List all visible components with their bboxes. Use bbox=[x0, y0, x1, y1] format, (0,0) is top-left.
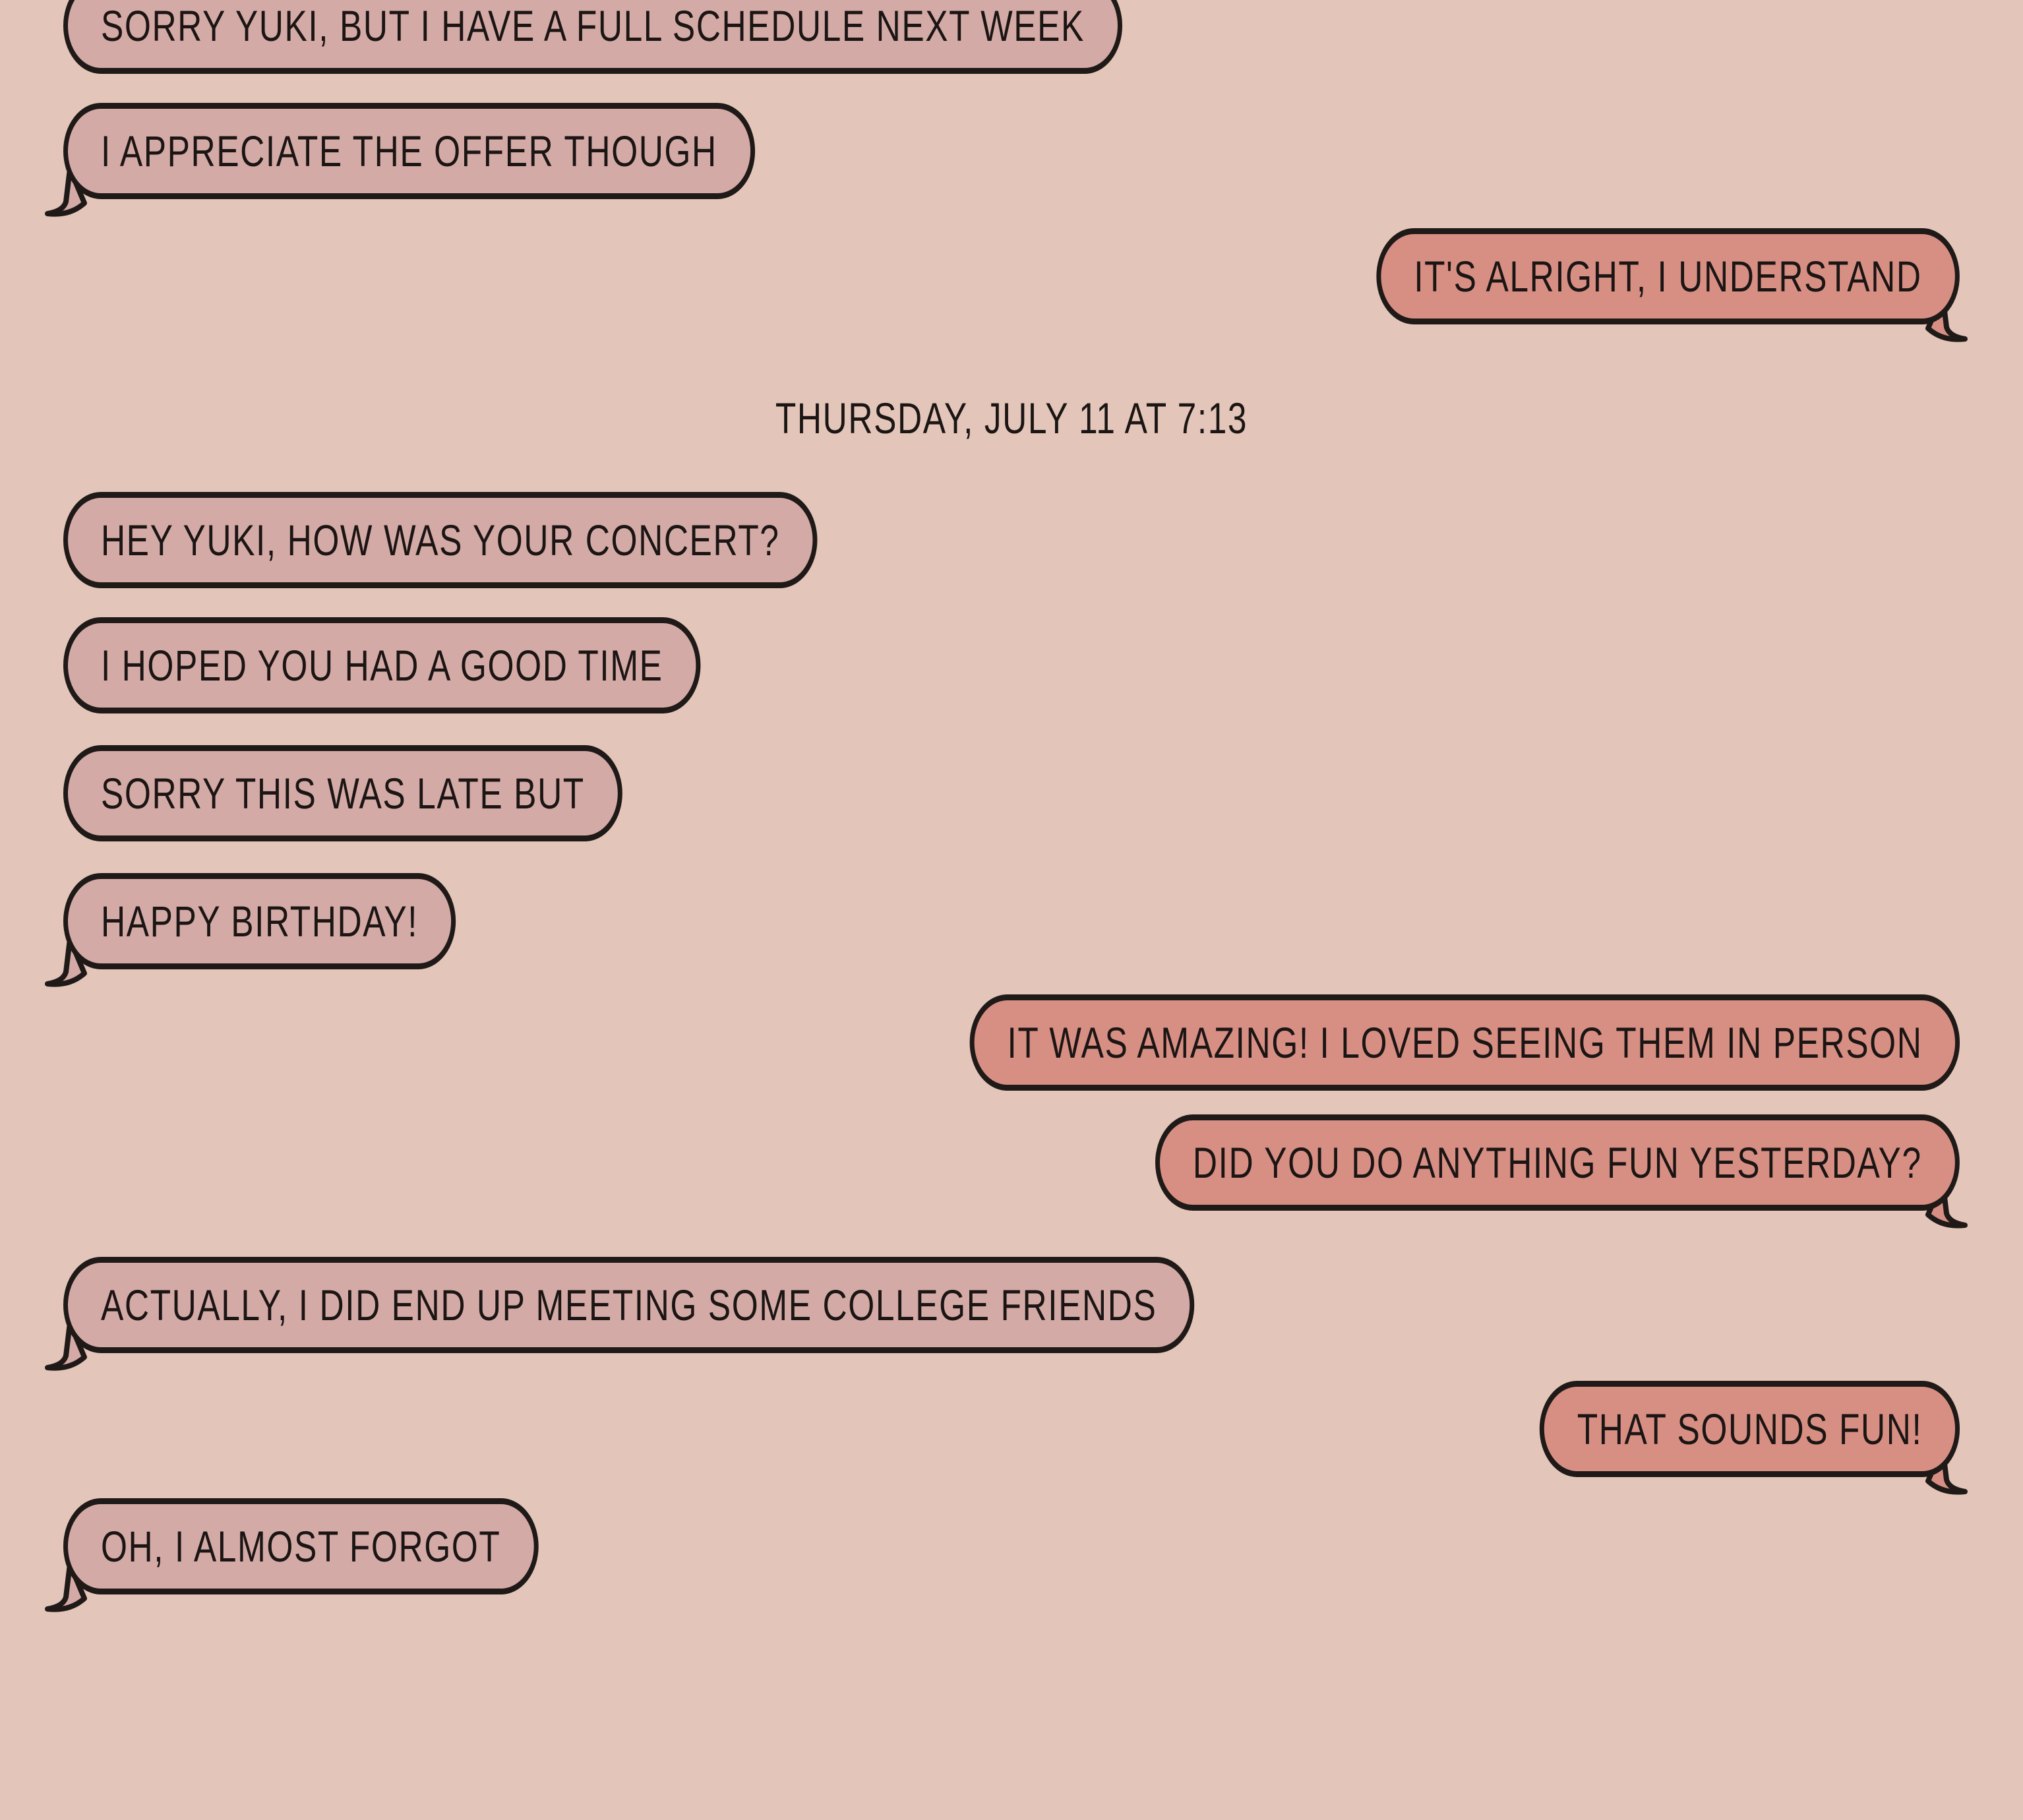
message-bubble[interactable]: It's alright, I understand bbox=[1376, 228, 1960, 324]
message-text: Oh, I almost forgot bbox=[100, 1522, 501, 1571]
message-row-incoming: I hoped you had a good time bbox=[0, 617, 2023, 729]
message-text: Hey Yuki, how was your concert? bbox=[100, 516, 780, 564]
message-text: That sounds fun! bbox=[1577, 1405, 1923, 1453]
chat-window[interactable]: Sorry Yuki, but I have a full schedule n… bbox=[0, 0, 2023, 1820]
message-bubble[interactable]: Happy birthday! bbox=[63, 873, 456, 969]
message-bubble[interactable]: Did you do anything fun yesterday? bbox=[1155, 1114, 1960, 1211]
message-row-incoming: Oh, I almost forgot bbox=[0, 1498, 2023, 1612]
message-bubble[interactable]: It was amazing! I loved seeing them in p… bbox=[969, 994, 1960, 1091]
message-row-incoming: Happy birthday! bbox=[0, 873, 2023, 987]
message-bubble[interactable]: Hey Yuki, how was your concert? bbox=[63, 492, 818, 588]
message-bubble[interactable]: I appreciate the offer though bbox=[63, 103, 755, 199]
message-text: Actually, I did end up meeting some coll… bbox=[100, 1281, 1157, 1329]
message-bubble[interactable]: That sounds fun! bbox=[1539, 1381, 1960, 1477]
message-row-incoming: Sorry Yuki, but I have a full schedule n… bbox=[0, 0, 2023, 90]
message-text: Sorry this was late but bbox=[100, 769, 585, 818]
message-row-outgoing: That sounds fun! bbox=[0, 1381, 2023, 1495]
message-text: Did you do anything fun yesterday? bbox=[1193, 1138, 1923, 1187]
message-row-outgoing: Did you do anything fun yesterday? bbox=[0, 1114, 2023, 1228]
message-bubble[interactable]: Sorry this was late but bbox=[63, 745, 622, 841]
message-row-outgoing: It was amazing! I loved seeing them in p… bbox=[0, 994, 2023, 1107]
message-text: It was amazing! I loved seeing them in p… bbox=[1007, 1018, 1923, 1067]
conversation-timestamp: Thursday, July 11 at 7:13 bbox=[775, 394, 1248, 442]
message-text: Sorry Yuki, but I have a full schedule n… bbox=[100, 1, 1085, 50]
message-bubble[interactable]: Oh, I almost forgot bbox=[63, 1498, 539, 1594]
message-row-outgoing: It's alright, I understand bbox=[0, 228, 2023, 342]
message-text: I hoped you had a good time bbox=[100, 641, 663, 690]
message-row-incoming: Hey Yuki, how was your concert? bbox=[0, 492, 2023, 604]
message-row-incoming: Actually, I did end up meeting some coll… bbox=[0, 1257, 2023, 1371]
message-text: It's alright, I understand bbox=[1414, 252, 1923, 301]
message-text: Happy birthday! bbox=[100, 897, 419, 946]
message-row-incoming: I appreciate the offer though bbox=[0, 103, 2023, 217]
message-bubble[interactable]: Sorry Yuki, but I have a full schedule n… bbox=[63, 0, 1122, 74]
message-bubble[interactable]: Actually, I did end up meeting some coll… bbox=[63, 1257, 1195, 1353]
message-text: I appreciate the offer though bbox=[100, 127, 717, 175]
message-bubble[interactable]: I hoped you had a good time bbox=[63, 617, 701, 713]
message-row-incoming: Sorry this was late but bbox=[0, 745, 2023, 857]
